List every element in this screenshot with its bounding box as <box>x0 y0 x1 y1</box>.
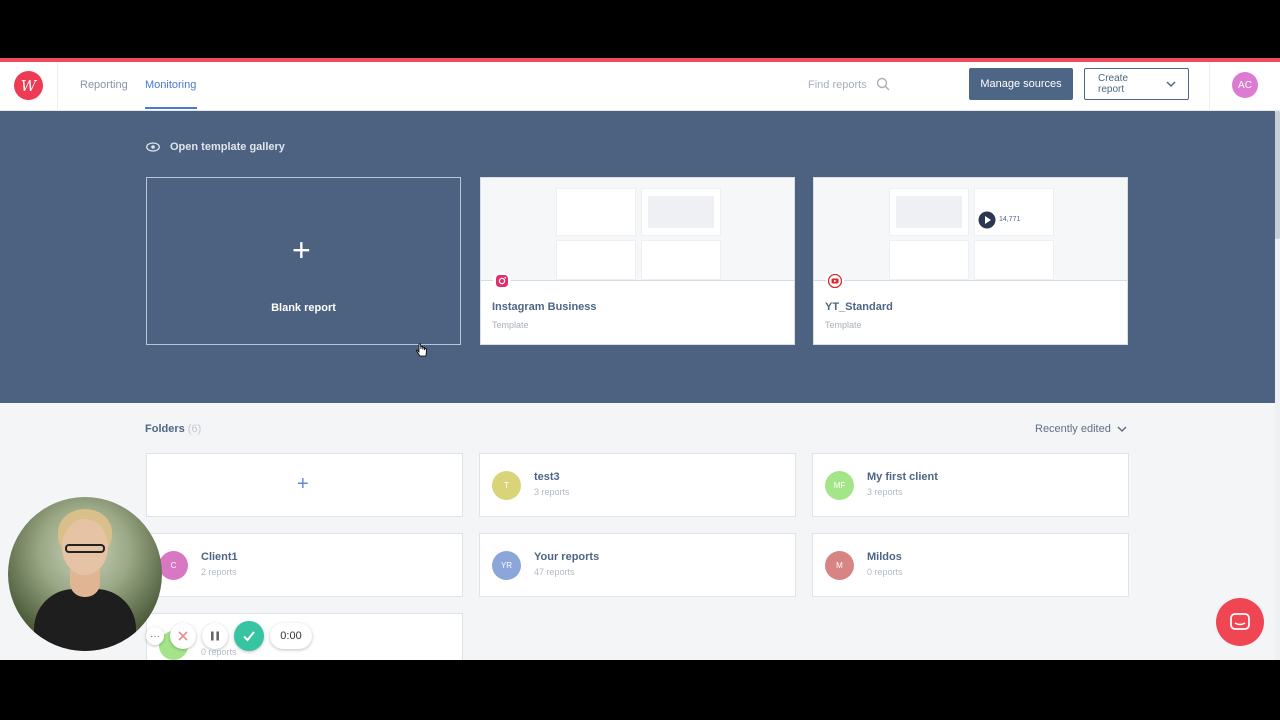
youtube-template-card[interactable]: 14,771 YT_Standard Template <box>813 177 1128 345</box>
chevron-down-icon <box>1166 81 1176 88</box>
instagram-icon <box>493 272 511 290</box>
template-thumbnail <box>481 178 794 281</box>
card-subtitle: Template <box>825 320 862 330</box>
folder-avatar: MF <box>825 471 854 500</box>
eye-icon <box>146 142 160 152</box>
app-window: W Reporting Monitoring Find reports Mana… <box>0 58 1280 660</box>
webcam-overlay <box>8 497 162 651</box>
chevron-down-icon <box>1117 426 1127 433</box>
folder-card[interactable]: MF My first client 3 reports <box>812 453 1129 517</box>
brand-logo[interactable]: W <box>14 71 43 100</box>
manage-sources-button[interactable]: Manage sources <box>969 68 1073 100</box>
plus-icon: + <box>292 232 311 268</box>
folder-card[interactable]: T test3 3 reports <box>479 453 796 517</box>
finish-recording-button[interactable] <box>234 621 264 651</box>
pause-recording-button[interactable] <box>202 623 228 649</box>
folders-heading: Folders (6) <box>145 423 201 435</box>
folders-label: Folders <box>145 423 185 435</box>
folder-report-count: 3 reports <box>534 487 570 497</box>
divider <box>1209 62 1210 111</box>
folder-report-count: 3 reports <box>867 487 903 497</box>
folder-card[interactable]: M Mildos 0 reports <box>812 533 1129 597</box>
folder-avatar: M <box>825 551 854 580</box>
active-tab-indicator <box>145 107 197 109</box>
screen-frame: W Reporting Monitoring Find reports Mana… <box>0 0 1280 720</box>
chat-icon <box>1230 613 1250 630</box>
youtube-icon <box>826 272 844 290</box>
search-icon[interactable] <box>876 77 890 91</box>
add-folder-card[interactable]: + <box>146 453 463 517</box>
gallery-link-label: Open template gallery <box>170 141 285 153</box>
thumb-stat-value: 14,771 <box>999 216 1021 223</box>
chat-support-button[interactable] <box>1216 598 1264 646</box>
folder-avatar: C <box>159 551 188 580</box>
folder-name: test3 <box>534 471 560 483</box>
card-title: Instagram Business <box>492 301 597 313</box>
blank-report-card[interactable]: + Blank report <box>146 177 461 345</box>
folders-count: (6) <box>187 423 202 435</box>
divider <box>57 62 58 111</box>
folder-report-count: 2 reports <box>201 567 237 577</box>
top-bar: W Reporting Monitoring Find reports Mana… <box>0 62 1280 111</box>
open-template-gallery-link[interactable]: Open template gallery <box>146 141 285 153</box>
more-options-button[interactable]: ··· <box>146 627 164 645</box>
find-reports-search[interactable]: Find reports <box>808 79 867 91</box>
instagram-template-card[interactable]: Instagram Business Template <box>480 177 795 345</box>
folder-avatar: YR <box>492 551 521 580</box>
create-report-label: Create report <box>1098 73 1129 95</box>
card-title: YT_Standard <box>825 301 893 313</box>
template-thumbnail: 14,771 <box>814 178 1127 281</box>
sort-dropdown[interactable]: Recently edited <box>1035 423 1127 435</box>
folder-name: My first client <box>867 471 938 483</box>
folder-avatar: T <box>492 471 521 500</box>
user-avatar[interactable]: AC <box>1232 72 1258 98</box>
folder-name: Your reports <box>534 551 600 563</box>
folder-report-count: 0 reports <box>867 567 903 577</box>
recording-controls: ··· 0:00 <box>146 620 312 652</box>
sort-label: Recently edited <box>1035 423 1111 435</box>
card-subtitle: Template <box>492 320 529 330</box>
folder-name: Mildos <box>867 551 902 563</box>
card-title: Blank report <box>271 302 336 314</box>
play-icon <box>978 211 996 229</box>
checkmark-icon <box>243 631 255 642</box>
mouse-cursor-icon <box>416 343 427 357</box>
folder-card[interactable]: YR Your reports 47 reports <box>479 533 796 597</box>
cancel-recording-button[interactable] <box>170 623 196 649</box>
scrollbar-thumb[interactable] <box>1275 111 1280 239</box>
nav-tab-reporting[interactable]: Reporting <box>80 79 128 91</box>
plus-icon: + <box>297 473 309 495</box>
recording-timer: 0:00 <box>270 623 312 649</box>
nav-tab-monitoring[interactable]: Monitoring <box>145 79 196 91</box>
folder-report-count: 47 reports <box>534 567 575 577</box>
folder-card[interactable]: C Client1 2 reports <box>146 533 463 597</box>
close-icon <box>178 631 188 641</box>
create-report-dropdown[interactable]: Create report <box>1084 68 1189 100</box>
folder-name: Client1 <box>201 551 238 563</box>
pause-icon <box>211 631 219 641</box>
template-hero: Open template gallery + Blank report Ins… <box>0 111 1275 403</box>
